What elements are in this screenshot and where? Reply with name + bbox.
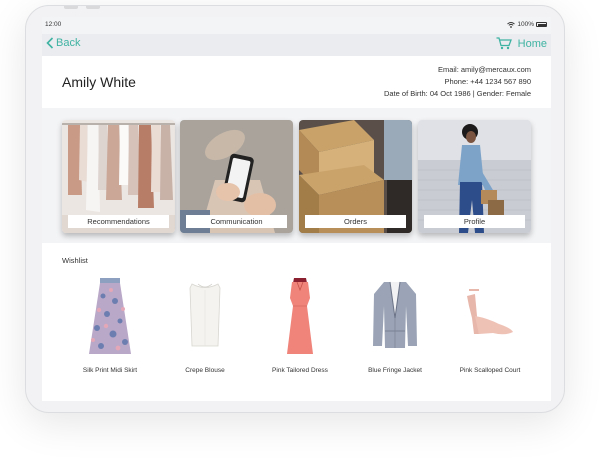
wishlist-item-name: Blue Fringe Jacket [368,367,422,374]
cart-icon [496,37,512,50]
nav-bar: Back Home [42,34,551,56]
customer-name: Amily White [62,74,136,90]
status-time: 12:00 [45,21,62,28]
back-button[interactable]: Back [46,37,80,49]
wishlist-item[interactable]: Blue Fringe Jacket [345,276,445,376]
customer-dob-gender: Date of Birth: 04 Oct 1986 | Gender: Fem… [383,89,531,98]
wishlist-item[interactable]: Pink Tailored Dress [250,276,350,376]
chevron-left-icon [46,37,54,49]
customer-email: Email: amily@mercaux.com [437,65,531,74]
wishlist-item[interactable]: Silk Print Midi Skirt [60,276,160,376]
back-label: Back [56,37,81,49]
wishlist-item-name: Pink Tailored Dress [272,367,328,374]
tablet-frame: 12:00 100% Back Home Amily White Email: … [25,5,565,413]
skirt-image [89,278,131,354]
shoe-image [467,289,513,335]
tablet-button [64,6,78,9]
battery-percent: 100% [517,21,534,28]
blouse-image [189,283,221,347]
tile-recommendations[interactable]: Recommendations [62,120,175,233]
app-screen: 12:00 100% Back Home Amily White Email: … [42,17,551,401]
tile-label: Orders [305,215,406,228]
status-bar: 12:00 100% [42,17,551,33]
wishlist-item[interactable]: Pink Scalloped Court [440,276,540,376]
tile-label: Profile [424,215,525,228]
customer-card: Amily White Email: amily@mercaux.com Pho… [42,56,551,108]
jacket-image [373,281,417,348]
home-button[interactable]: Home [496,37,547,50]
tile-orders[interactable]: Orders [299,120,412,233]
tablet-button [86,6,100,9]
tile-label: Communication [186,215,287,228]
battery-icon [536,22,547,27]
home-label: Home [517,37,547,50]
wishlist-panel: Wishlist Silk Print Midi Skirt Crepe Blo… [42,243,551,401]
wishlist-title: Wishlist [62,256,88,265]
tile-communication[interactable]: Communication [180,120,293,233]
wishlist-item[interactable]: Crepe Blouse [155,276,255,376]
dress-image [287,278,313,354]
wishlist-item-name: Silk Print Midi Skirt [82,367,138,374]
tile-profile[interactable]: Profile [418,120,531,233]
tile-label: Recommendations [68,215,169,228]
customer-contact: Email: amily@mercaux.com Phone: +44 1234… [384,64,531,100]
action-tiles: Recommendations Communication Orders Pro… [62,120,531,233]
wifi-icon [507,21,516,28]
wishlist-item-name: Pink Scalloped Court [459,367,521,374]
wishlist-item-name: Crepe Blouse [185,367,225,374]
customer-phone: Phone: +44 1234 567 890 [444,77,531,86]
